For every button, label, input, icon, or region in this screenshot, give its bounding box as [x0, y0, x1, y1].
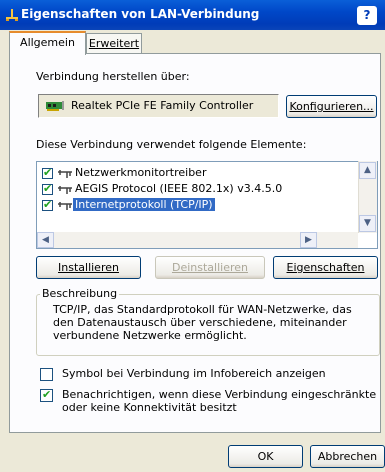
component-label: Netzwerkmonitortreiber [75, 166, 207, 179]
description-legend: Beschreibung [40, 287, 120, 300]
help-button[interactable]: ? [357, 6, 377, 25]
network-card-icon [46, 101, 64, 111]
scroll-up-button[interactable]: ▲ [359, 162, 376, 179]
tray-icon-label: Symbol bei Verbindung im Infobereich anz… [62, 367, 326, 380]
notify-checkbox[interactable]: ✔ [40, 388, 53, 402]
network-component-icon [58, 202, 72, 210]
window-title: Eigenschaften von LAN-Verbindung [21, 7, 260, 21]
properties-button[interactable]: Eigenschaften [273, 256, 378, 279]
horizontal-scrollbar[interactable]: ◀ ▶ [37, 232, 358, 248]
notify-label: Benachrichtigen, wenn diese Verbindung e… [62, 388, 377, 414]
component-checkbox[interactable]: ✔ [42, 182, 53, 195]
component-checkbox[interactable]: ✔ [42, 198, 53, 211]
uninstall-button[interactable]: Deinstallieren [155, 256, 265, 279]
scroll-left-button[interactable]: ◀ [37, 232, 54, 248]
scroll-down-button[interactable]: ▼ [359, 215, 376, 232]
network-component-icon [58, 186, 72, 194]
tab-erweitert[interactable]: Erweitert [86, 33, 142, 54]
install-button-label: Installieren [58, 261, 119, 274]
network-connection-icon [6, 9, 18, 21]
adapter-name: Realtek PCIe FE Family Controller [71, 99, 254, 112]
scroll-right-button[interactable]: ▶ [300, 232, 317, 248]
component-label: AEGIS Protocol (IEEE 802.1x) v3.4.5.0 [75, 182, 283, 195]
uninstall-button-label: Deinstallieren [171, 261, 248, 274]
tab-allgemein[interactable]: Allgemein [9, 31, 86, 55]
install-button[interactable]: Installieren [36, 256, 141, 279]
tab-erweitert-label: Erweitert [88, 37, 140, 50]
properties-button-label: Eigenschaften [286, 261, 365, 274]
component-label-selected: Internetprotokoll (TCP/IP) [73, 198, 215, 211]
configure-button[interactable]: Konfigurieren... [286, 95, 377, 118]
adapter-field: Realtek PCIe FE Family Controller [38, 94, 279, 118]
properties-dialog: Eigenschaften von LAN-Verbindung ? Allge… [0, 0, 385, 472]
title-bar[interactable]: Eigenschaften von LAN-Verbindung ? [0, 0, 385, 30]
configure-button-label: Konfigurieren... [289, 100, 374, 113]
description-text: TCP/IP, das Standardprotokoll für WAN-Ne… [53, 303, 352, 342]
component-checkbox[interactable]: ✔ [42, 166, 53, 179]
components-label: Diese Verbindung verwendet folgende Elem… [36, 138, 307, 151]
connect-using-label: Verbindung herstellen über: [36, 70, 190, 83]
tray-icon-checkbox[interactable] [40, 368, 53, 381]
ok-button[interactable]: OK [228, 445, 303, 468]
vertical-scrollbar[interactable]: ▲ ▼ [358, 161, 377, 233]
cancel-button[interactable]: Abbrechen [310, 445, 385, 468]
network-component-icon [58, 170, 72, 178]
